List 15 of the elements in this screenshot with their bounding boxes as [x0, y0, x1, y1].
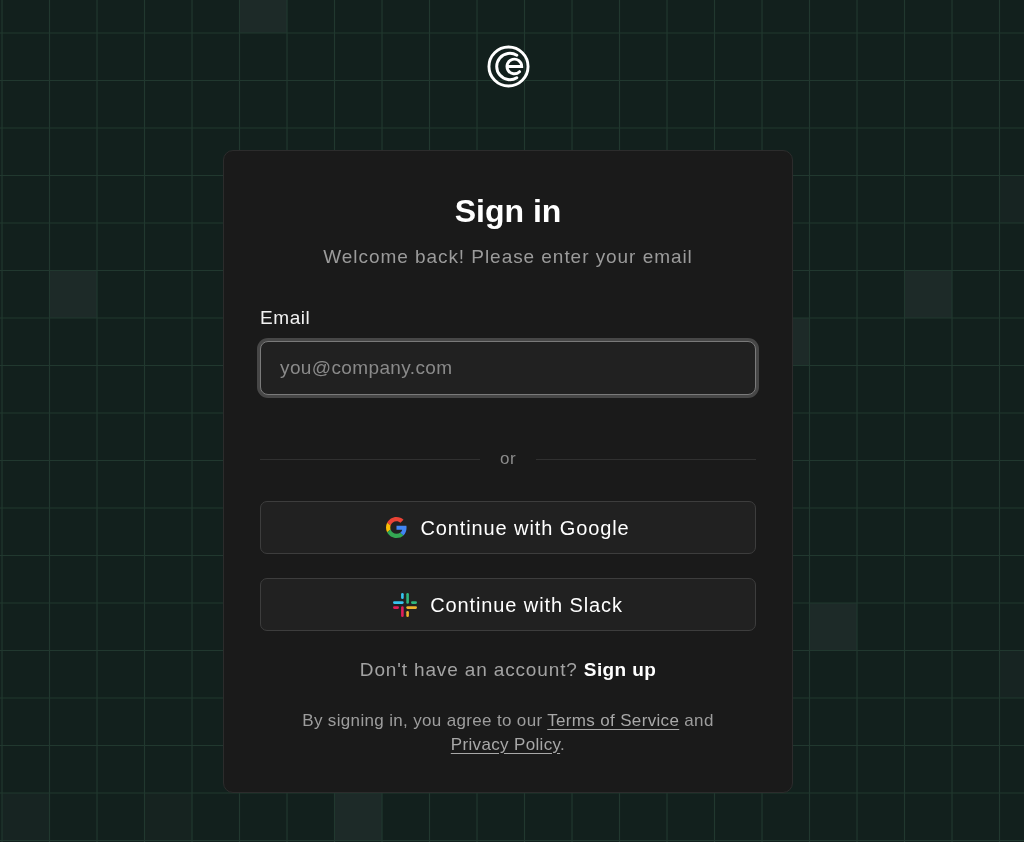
legal-notice: By signing in, you agree to our Terms of Service and Privacy Policy.	[301, 710, 715, 756]
email-field[interactable]: you@company.com	[260, 341, 756, 395]
slack-icon	[393, 592, 418, 617]
email-label: Email	[260, 306, 311, 330]
logo-icon	[486, 45, 530, 88]
google-button[interactable]: Continue with Google	[260, 501, 756, 554]
google-icon	[386, 517, 408, 538]
card-title: Sign in	[453, 192, 563, 231]
privacy-link[interactable]: Privacy Policy	[450, 735, 561, 754]
terms-link[interactable]: Terms of Service	[547, 711, 680, 730]
card-subtitle: Welcome back! Please enter your email	[322, 245, 694, 269]
divider-label: or	[499, 448, 517, 470]
slack-button[interactable]: Continue with Slack	[260, 578, 756, 631]
signup-prompt: Don't have an account? Sign up	[359, 658, 657, 682]
signup-link[interactable]: Sign up	[583, 659, 657, 680]
